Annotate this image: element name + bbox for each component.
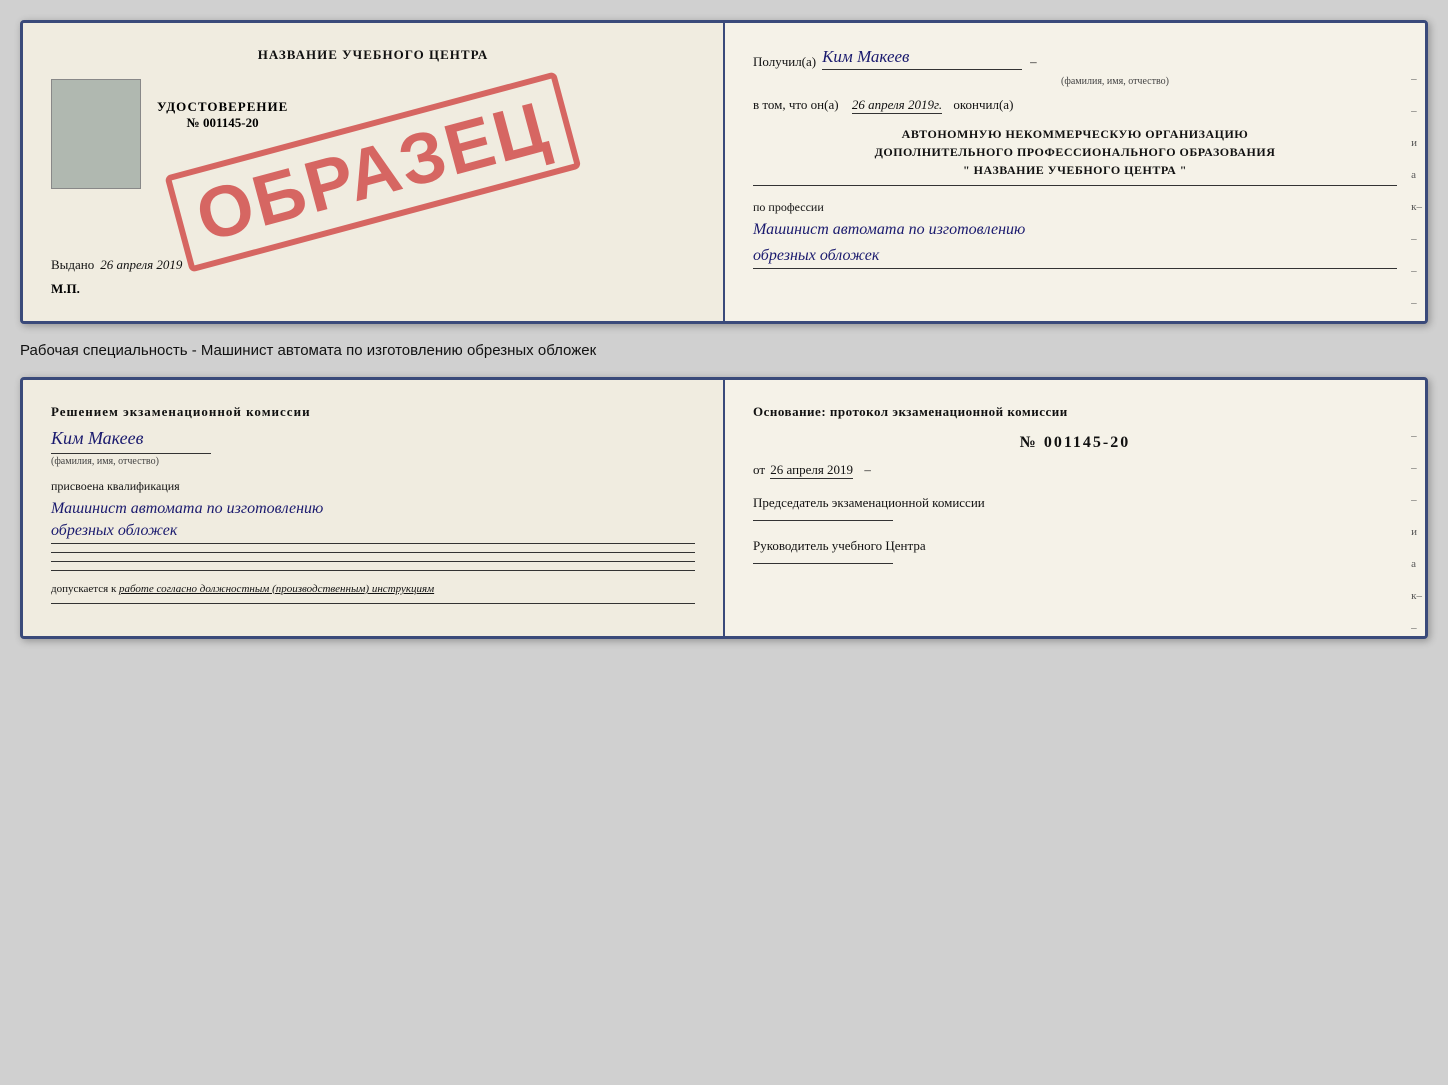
dash-right: –: [864, 462, 871, 477]
bmark3: –: [1411, 494, 1422, 506]
bottom-doc-right: Основание: протокол экзаменационной коми…: [725, 380, 1425, 636]
po-professii-label: по профессии: [753, 200, 1397, 215]
org-text: АВТОНОМНУЮ НЕКОММЕРЧЕСКУЮ ОРГАНИЗАЦИЮ ДО…: [753, 125, 1397, 179]
bmark4: и: [1411, 526, 1422, 538]
protocol-date: от 26 апреля 2019 –: [753, 462, 1397, 478]
blank-line1: [51, 552, 695, 553]
mp-line: М.П.: [51, 281, 695, 297]
vydano-date: 26 апреля 2019: [100, 257, 182, 272]
predsedatel-text: Председатель экзаменационной комиссии: [753, 494, 1397, 512]
mark3: и: [1411, 137, 1422, 149]
okoncil-line: в том, что он(а) 26 апреля 2019г. окончи…: [753, 97, 1397, 113]
bmark1: –: [1411, 430, 1422, 442]
poluchil-field: Получил(а) Ким Макеев –: [753, 47, 1397, 70]
mark7: –: [1411, 265, 1422, 277]
mark8: –: [1411, 297, 1422, 309]
protocol-number: № 001145-20: [753, 434, 1397, 452]
top-doc-title: НАЗВАНИЕ УЧЕБНОГО ЦЕНТРА: [51, 47, 695, 63]
blank-line4: [51, 603, 695, 604]
udost-label: УДОСТОВЕРЕНИЕ: [157, 99, 288, 115]
fio-sub-top: (фамилия, имя, отчество): [833, 76, 1397, 87]
mark2: –: [1411, 105, 1422, 117]
vtom-date: 26 апреля 2019г.: [852, 97, 942, 114]
specialty-label: Рабочая специальность - Машинист автомат…: [20, 336, 1428, 365]
poluchil-value: Ким Макеев: [822, 47, 1022, 70]
vydano-line: Выдано 26 апреля 2019: [51, 257, 695, 273]
bmark6: к–: [1411, 590, 1422, 602]
mark6: –: [1411, 233, 1422, 245]
mark5: к–: [1411, 201, 1422, 213]
dopuskaetsya-prefix: допускается к: [51, 583, 116, 595]
poluchil-label: Получил(а): [753, 54, 816, 70]
prisvoena-text: присвоена квалификация: [51, 479, 695, 494]
bmark5: а: [1411, 558, 1422, 570]
page-wrapper: НАЗВАНИЕ УЧЕБНОГО ЦЕНТРА УДОСТОВЕРЕНИЕ №…: [20, 20, 1428, 639]
mark1: –: [1411, 73, 1422, 85]
rukovoditel-sign-line: [753, 563, 893, 564]
photo-placeholder: [51, 79, 141, 189]
udost-block: УДОСТОВЕРЕНИЕ № 001145-20: [157, 99, 288, 131]
protocol-date-value: 26 апреля 2019: [770, 462, 853, 479]
org-name: " НАЗВАНИЕ УЧЕБНОГО ЦЕНТРА ": [753, 161, 1397, 179]
ot-prefix: от: [753, 462, 765, 477]
predsedatel-sign-line: [753, 520, 893, 521]
okoncil-label: окончил(а): [953, 97, 1013, 112]
org-line2: ДОПОЛНИТЕЛЬНОГО ПРОФЕССИОНАЛЬНОГО ОБРАЗО…: [753, 143, 1397, 161]
profession-line2: обрезных обложек: [753, 245, 1397, 268]
blank-line2: [51, 561, 695, 562]
org-line1: АВТОНОМНУЮ НЕКОММЕРЧЕСКУЮ ОРГАНИЗАЦИЮ: [753, 125, 1397, 143]
kvalif-line1: Машинист автомата по изготовлению: [51, 498, 695, 520]
resheniye-text: Решением экзаменационной комиссии: [51, 404, 695, 420]
mark4: а: [1411, 169, 1422, 181]
person-name: Ким Макеев: [51, 428, 695, 449]
right-side-marks: – – и а к– – – –: [1411, 73, 1425, 309]
top-doc-right: Получил(а) Ким Макеев – (фамилия, имя, о…: [725, 23, 1425, 321]
bottom-right-side-marks: – – – и а к– – – – –: [1411, 430, 1425, 639]
vtom-label: в том, что он(а): [753, 97, 839, 112]
fio-sub-bottom: (фамилия, имя, отчество): [51, 453, 211, 467]
top-document-card: НАЗВАНИЕ УЧЕБНОГО ЦЕНТРА УДОСТОВЕРЕНИЕ №…: [20, 20, 1428, 324]
kvalif-line2: обрезных обложек: [51, 520, 695, 543]
sep-line1: [753, 185, 1397, 186]
profession-line1: Машинист автомата по изготовлению: [753, 219, 1397, 241]
rukovoditel-text: Руководитель учебного Центра: [753, 537, 1397, 555]
blank-line3: [51, 570, 695, 571]
dash1: –: [1030, 54, 1037, 70]
osnovanie-text: Основание: протокол экзаменационной коми…: [753, 404, 1397, 420]
udost-number: № 001145-20: [157, 115, 288, 131]
bottom-document-card: Решением экзаменационной комиссии Ким Ма…: [20, 377, 1428, 639]
bottom-doc-left: Решением экзаменационной комиссии Ким Ма…: [23, 380, 725, 636]
dopuskaetsya-value: работе согласно должностным (производств…: [119, 583, 434, 595]
bmark7: –: [1411, 622, 1422, 634]
bmark2: –: [1411, 462, 1422, 474]
vydano-label: Выдано: [51, 257, 94, 272]
top-doc-left: НАЗВАНИЕ УЧЕБНОГО ЦЕНТРА УДОСТОВЕРЕНИЕ №…: [23, 23, 725, 321]
dopuskaetsya-text: допускается к работе согласно должностны…: [51, 583, 695, 595]
